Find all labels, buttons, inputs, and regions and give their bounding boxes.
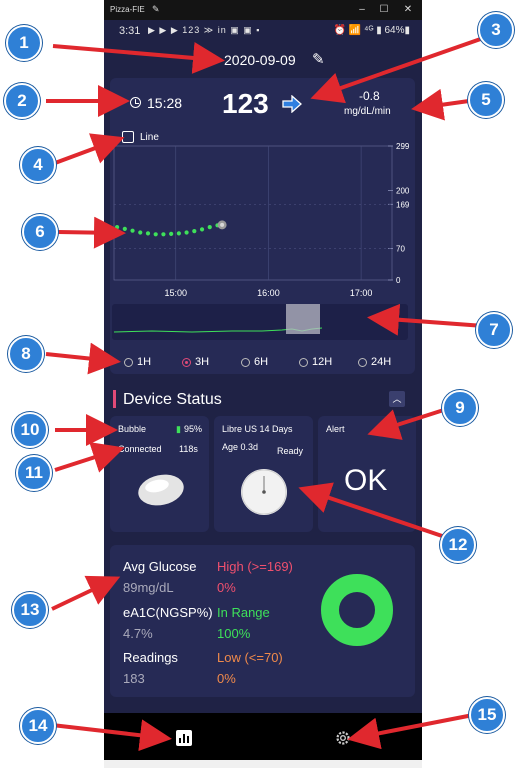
- annotation-badge: 10: [12, 412, 48, 448]
- annotation-badge: 13: [12, 592, 48, 628]
- screenshot-stage: Pizza-FIE ✎ – ☐ ✕ 3:31 ▶ ▶ ▶ 123 ≫ in ▣ …: [0, 0, 523, 768]
- annotation-badge: 14: [20, 708, 56, 744]
- annotation-badge: 8: [8, 336, 44, 372]
- annotation-badge: 7: [476, 312, 512, 348]
- annotation-badge: 2: [4, 83, 40, 119]
- annotation-badge: 12: [440, 527, 476, 563]
- annotation-badge: 4: [20, 147, 56, 183]
- annotation-badge: 11: [16, 455, 52, 491]
- annotation-badge: 9: [442, 390, 478, 426]
- annotation-badge: 3: [478, 12, 514, 48]
- annotation-badge: 1: [6, 25, 42, 61]
- annotation-arrows: [45, 33, 493, 752]
- annotation-badge: 6: [22, 214, 58, 250]
- annotation-badge: 15: [469, 697, 505, 733]
- annotation-badge: 5: [468, 82, 504, 118]
